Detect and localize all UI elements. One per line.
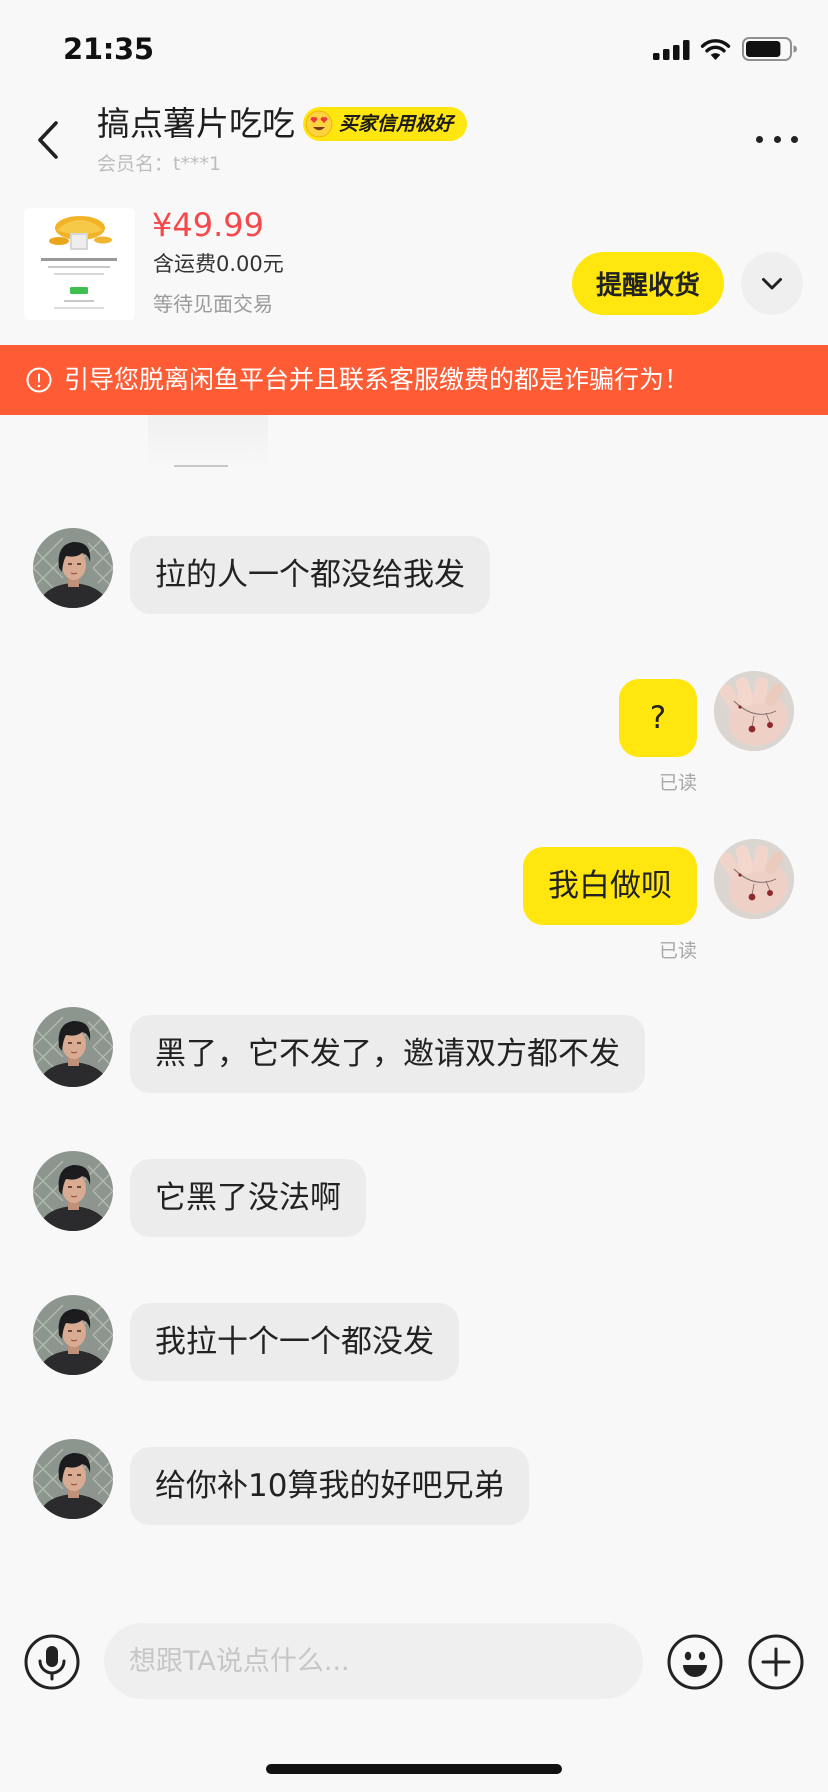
voice-input-button[interactable] [24, 1634, 80, 1690]
credit-badge[interactable]: 买家信用极好 [303, 107, 468, 141]
message-bubble[interactable]: 它黑了没法啊 [130, 1159, 366, 1237]
more-actions-button[interactable] [748, 1634, 804, 1690]
shipping-info: 含运费0.00元 [153, 252, 284, 276]
message-row: 拉的人一个都没给我发 [0, 528, 828, 624]
member-id: 会员名：t***1 [97, 153, 222, 175]
contact-avatar[interactable] [33, 1007, 113, 1087]
message-bubble[interactable]: 黑了，它不发了，邀请双方都不发 [130, 1015, 645, 1093]
message-bubble[interactable]: ? [619, 679, 697, 757]
message-input[interactable] [104, 1623, 643, 1699]
chevron-down-icon [762, 277, 782, 289]
avatar-image [33, 1151, 113, 1231]
wifi-icon [700, 38, 731, 61]
signal-bar [673, 45, 680, 60]
message-row: 给你补10算我的好吧兄弟 [0, 1439, 828, 1535]
fraud-warning-banner: 引导您脱离闲鱼平台并且联系客服缴费的都是诈骗行为！ [0, 345, 828, 415]
avatar-image [33, 1295, 113, 1375]
contact-avatar[interactable] [33, 1151, 113, 1231]
status-time: 21:35 [63, 32, 154, 66]
fraud-warning-text: 引导您脱离闲鱼平台并且联系客服缴费的都是诈骗行为！ [64, 365, 690, 394]
emoji-button[interactable] [667, 1634, 723, 1690]
signal-bar [663, 49, 670, 60]
read-receipt: 已读 [658, 772, 697, 794]
cellular-signal-icon [653, 40, 691, 60]
battery-level-fill [746, 41, 781, 57]
emoji-icon [667, 1634, 723, 1690]
message-bubble[interactable]: 给你补10算我的好吧兄弟 [130, 1447, 530, 1525]
more-dots-icon [773, 135, 781, 143]
contact-avatar[interactable] [33, 528, 113, 608]
contact-avatar[interactable] [33, 1295, 113, 1375]
more-options-button[interactable] [752, 118, 802, 160]
avatar-image [714, 839, 794, 919]
my-avatar[interactable] [714, 671, 794, 751]
plus-icon [748, 1634, 804, 1690]
message-bubble[interactable]: 拉的人一个都没给我发 [130, 536, 490, 614]
product-thumbnail[interactable] [24, 208, 135, 320]
trade-status: 等待见面交易 [153, 292, 273, 316]
avatar-image [33, 528, 113, 608]
more-dots-icon [791, 135, 798, 143]
battery-icon [742, 37, 798, 61]
more-dots-icon [756, 135, 763, 143]
expand-button[interactable] [741, 252, 803, 315]
title-row: 搞点薯片吃吃 买家信用极好 [97, 103, 468, 145]
credit-badge-label: 买家信用极好 [339, 113, 454, 135]
home-indicator[interactable] [266, 1764, 562, 1774]
microphone-icon [24, 1634, 80, 1690]
signal-bar [683, 40, 690, 60]
status-bar: 21:35 [0, 0, 828, 92]
message-row: 它黑了没法啊 [0, 1151, 828, 1247]
partial-image-edge [148, 415, 268, 469]
chat-partner-name[interactable]: 搞点薯片吃吃 [97, 103, 295, 145]
my-avatar[interactable] [714, 839, 794, 919]
remind-receipt-button[interactable]: 提醒收货 [572, 252, 724, 315]
signal-bar [653, 53, 660, 60]
product-price: ¥49.99 [152, 206, 264, 244]
avatar-image [33, 1007, 113, 1087]
heart-eyes-icon [304, 109, 334, 139]
alert-circle-icon [26, 367, 52, 393]
avatar-image [33, 1439, 113, 1519]
contact-avatar[interactable] [33, 1439, 113, 1519]
read-receipt: 已读 [658, 940, 697, 962]
partial-image-divider [174, 465, 228, 467]
message-row: 黑了，它不发了，邀请双方都不发 [0, 1007, 828, 1103]
message-row: 我拉十个一个都没发 [0, 1295, 828, 1391]
message-bubble[interactable]: 我拉十个一个都没发 [130, 1303, 459, 1381]
message-row: ? 已读 [0, 671, 828, 794]
avatar-image [714, 671, 794, 751]
message-bubble[interactable]: 我白做呗 [523, 847, 697, 925]
back-button[interactable] [22, 110, 74, 170]
chevron-left-icon [38, 121, 58, 159]
message-row: 我白做呗 已读 [0, 839, 828, 962]
